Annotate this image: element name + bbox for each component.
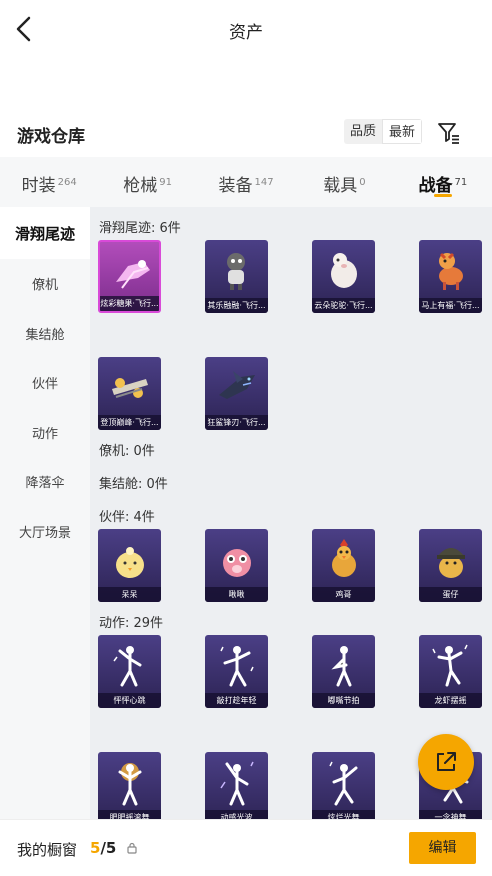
pink-bird-partner-icon bbox=[223, 549, 251, 577]
item-name: 炫烂光舞 bbox=[312, 810, 375, 819]
dancer-emote-icon bbox=[220, 761, 254, 806]
item-card[interactable]: 怦怦心跳 bbox=[98, 635, 161, 708]
item-name: 敲打趁年轻 bbox=[205, 693, 268, 708]
robot-trail-icon bbox=[227, 253, 245, 290]
item-card[interactable]: 鸡哥 bbox=[312, 529, 375, 602]
helmet-chick-partner-icon bbox=[437, 548, 465, 578]
section-label-partner: 伙伴: 4件 bbox=[99, 510, 155, 525]
item-card[interactable]: 狂鲨锋刃·飞行... bbox=[205, 357, 268, 430]
tab-weapons[interactable]: 枪械 91 bbox=[98, 157, 196, 207]
item-name: 蛋仔 bbox=[419, 587, 482, 602]
chick-partner-icon bbox=[116, 547, 144, 578]
item-name: 炫彩糖果·飞行... bbox=[100, 296, 159, 311]
section-label-emote: 动作: 29件 bbox=[99, 616, 164, 631]
tab-tactical[interactable]: 战备 71 bbox=[394, 157, 492, 207]
item-name: 怦怦心跳 bbox=[98, 693, 161, 708]
item-name: 其乐融融·飞行... bbox=[205, 298, 268, 313]
item-card[interactable]: 马上有福·飞行... bbox=[419, 240, 482, 313]
section-label-trail: 滑翔尾迹: 6件 bbox=[99, 221, 181, 236]
sidebar-item-lobby-scene[interactable]: 大厅场景 bbox=[0, 507, 90, 557]
dancer-emote-icon bbox=[118, 763, 142, 806]
item-name: 龙虾摆摇 bbox=[419, 693, 482, 708]
tab-fashion[interactable]: 时装 264 bbox=[0, 157, 98, 207]
dancer-emote-icon bbox=[113, 646, 142, 687]
sidebar-item-capsule[interactable]: 集结舱 bbox=[0, 309, 90, 359]
item-card[interactable]: 嘟嘴节拍 bbox=[312, 635, 375, 708]
sidebar-item-emote[interactable]: 动作 bbox=[0, 408, 90, 458]
sidebar-item-glide-trail[interactable]: 滑翔尾迹 bbox=[0, 207, 90, 259]
item-card[interactable]: 呆呆 bbox=[98, 529, 161, 602]
item-card[interactable]: 敲打趁年轻 bbox=[205, 635, 268, 708]
horse-trail-icon bbox=[439, 252, 463, 290]
item-name: 登顶巅峰·飞行... bbox=[98, 415, 161, 430]
item-name: 一念神舞 bbox=[419, 810, 482, 819]
dancer-emote-icon bbox=[432, 644, 468, 687]
dancer-emote-icon bbox=[329, 761, 358, 806]
alpaca-trail-icon bbox=[331, 253, 357, 288]
section-label-capsule: 集结舱: 0件 bbox=[99, 477, 168, 492]
section-label-wingman: 僚机: 0件 bbox=[99, 444, 155, 459]
item-card[interactable]: 动感光波 bbox=[205, 752, 268, 819]
item-card[interactable]: 炫烂光舞 bbox=[312, 752, 375, 819]
item-card[interactable]: 啾啾 bbox=[205, 529, 268, 602]
showcase-bar: 我的橱窗 5/5 编辑 bbox=[0, 819, 492, 876]
filter-icon bbox=[438, 123, 459, 144]
category-tabs: 时装 264 枪械 91 装备 147 载具 0 战备 71 bbox=[0, 157, 492, 207]
dancer-emote-icon bbox=[220, 646, 254, 687]
item-name: 肥肥摇滚舞 bbox=[98, 810, 161, 819]
lock-icon bbox=[127, 842, 137, 854]
sidebar-item-wingman[interactable]: 僚机 bbox=[0, 259, 90, 309]
item-name: 呆呆 bbox=[98, 587, 161, 602]
rooster-partner-icon bbox=[332, 539, 356, 577]
item-card[interactable]: 登顶巅峰·飞行... bbox=[98, 357, 161, 430]
jet-trail-icon bbox=[112, 378, 148, 398]
item-name: 马上有福·飞行... bbox=[419, 298, 482, 313]
tab-vehicles[interactable]: 载具 0 bbox=[295, 157, 393, 207]
item-name: 鸡哥 bbox=[312, 587, 375, 602]
item-name: 云朵驼驼·飞行... bbox=[312, 298, 375, 313]
item-card[interactable]: 其乐融融·飞行... bbox=[205, 240, 268, 313]
sidebar: 滑翔尾迹 僚机 集结舱 伙伴 动作 降落伞 大厅场景 bbox=[0, 207, 90, 819]
item-name: 啾啾 bbox=[205, 587, 268, 602]
filter-button[interactable] bbox=[436, 119, 462, 145]
shark-trail-icon bbox=[219, 371, 255, 399]
showcase-label: 我的橱窗 bbox=[17, 841, 78, 859]
page-title: 资产 bbox=[229, 23, 263, 43]
item-name: 狂鲨锋刃·飞行... bbox=[205, 415, 268, 430]
sort-newest-option[interactable]: 最新 bbox=[382, 119, 423, 144]
item-name: 动感光波 bbox=[205, 810, 268, 819]
sidebar-item-parachute[interactable]: 降落伞 bbox=[0, 457, 90, 507]
tab-equipment[interactable]: 装备 147 bbox=[197, 157, 295, 207]
item-card[interactable]: 云朵驼驼·飞行... bbox=[312, 240, 375, 313]
item-grid: 滑翔尾迹: 6件 炫彩糖果·飞行... 其乐融融·飞行... 云朵驼驼·飞行..… bbox=[90, 207, 492, 819]
showcase-count: 5/5 bbox=[90, 839, 117, 857]
item-card[interactable]: 蛋仔 bbox=[419, 529, 482, 602]
sidebar-item-partner[interactable]: 伙伴 bbox=[0, 358, 90, 408]
item-name: 嘟嘴节拍 bbox=[312, 693, 375, 708]
edit-button[interactable]: 编辑 bbox=[409, 832, 476, 864]
active-tab-indicator bbox=[433, 194, 452, 197]
sort-quality-option[interactable]: 品质 bbox=[344, 119, 383, 144]
external-link-icon bbox=[437, 752, 456, 771]
candy-trail-icon bbox=[116, 260, 150, 289]
sort-toggle: 品质 最新 bbox=[344, 119, 423, 144]
dancer-emote-icon bbox=[331, 646, 352, 687]
item-card[interactable]: 龙虾摆摇 bbox=[419, 635, 482, 708]
item-card[interactable]: 肥肥摇滚舞 bbox=[98, 752, 161, 819]
item-card[interactable]: 炫彩糖果·飞行... bbox=[98, 240, 161, 313]
top-bar: 资产 bbox=[0, 0, 492, 58]
repo-title: 游戏仓库 bbox=[17, 127, 85, 147]
share-fab[interactable] bbox=[418, 734, 474, 790]
